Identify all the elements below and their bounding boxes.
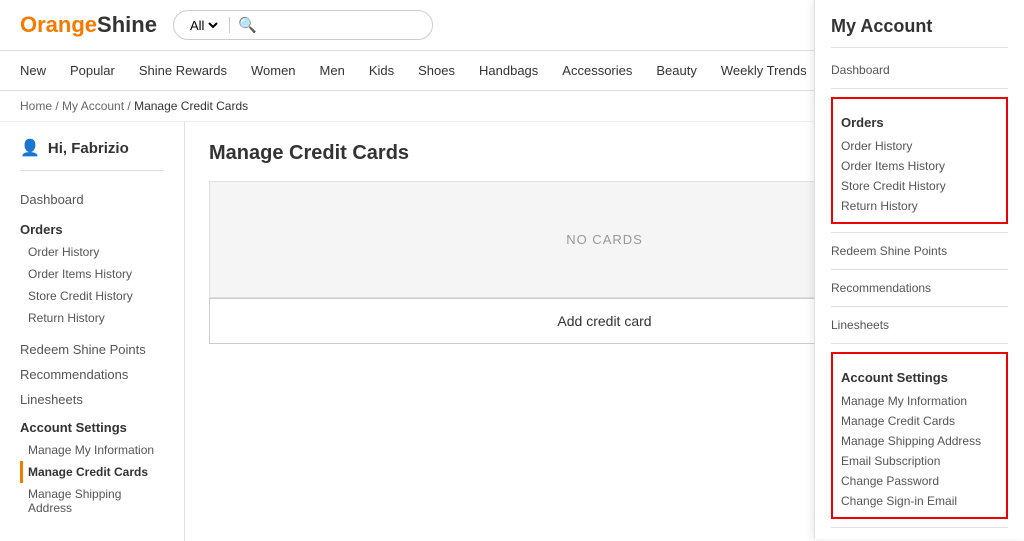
sidebar-item-redeem-shine-points[interactable]: Redeem Shine Points [20,337,164,362]
sidebar-item-store-credit-history[interactable]: Store Credit History [20,285,164,307]
sidebar-item-order-history[interactable]: Order History [20,241,164,263]
right-panel: My Account Dashboard Orders Order Histor… [814,0,1024,539]
panel-account-box: Account Settings Manage My Information M… [831,352,1008,519]
nav-item-men[interactable]: Men [320,51,345,90]
sidebar-item-recommendations[interactable]: Recommendations [20,362,164,387]
nav-item-weekly-trends[interactable]: Weekly Trends [721,51,807,90]
user-profile-icon: 👤 [20,138,40,158]
search-button[interactable]: 🔍 [238,16,257,34]
panel-divider-1 [831,88,1008,89]
no-cards-label: NO CARDS [566,232,643,247]
panel-item-change-signin-email[interactable]: Change Sign-in Email [841,491,998,511]
nav-item-handbags[interactable]: Handbags [479,51,538,90]
sidebar-item-return-history[interactable]: Return History [20,307,164,329]
sidebar-orders-label: Orders [20,222,164,237]
nav-item-shine-rewards[interactable]: Shine Rewards [139,51,227,90]
nav-item-new[interactable]: New [20,51,46,90]
panel-item-order-items-history[interactable]: Order Items History [841,156,998,176]
search-divider [229,17,230,33]
nav-item-beauty[interactable]: Beauty [656,51,696,90]
panel-divider-3 [831,269,1008,270]
sidebar-item-manage-my-information[interactable]: Manage My Information [20,439,164,461]
nav-item-popular[interactable]: Popular [70,51,115,90]
panel-item-dashboard[interactable]: Dashboard [831,60,1008,80]
panel-divider-4 [831,306,1008,307]
panel-item-return-history[interactable]: Return History [841,196,998,216]
panel-item-linesheets[interactable]: Linesheets [831,315,1008,335]
breadcrumb-home[interactable]: Home [20,99,52,113]
sidebar-username: Hi, Fabrizio [48,140,129,157]
sidebar-item-manage-shipping-address[interactable]: Manage Shipping Address [20,483,164,519]
panel-title: My Account [831,16,1008,48]
nav-item-shoes[interactable]: Shoes [418,51,455,90]
panel-divider-6 [831,527,1008,528]
panel-divider-2 [831,232,1008,233]
logo-black: Shine [97,12,157,37]
nav-item-accessories[interactable]: Accessories [562,51,632,90]
panel-account-settings-label: Account Settings [841,370,998,385]
panel-orders-box: Orders Order History Order Items History… [831,97,1008,224]
nav-item-women[interactable]: Women [251,51,296,90]
sidebar-item-dashboard[interactable]: Dashboard [20,187,164,212]
sidebar: 👤 Hi, Fabrizio Dashboard Orders Order Hi… [0,122,185,541]
panel-item-manage-credit-cards[interactable]: Manage Credit Cards [841,411,998,431]
sidebar-user: 👤 Hi, Fabrizio [20,138,164,171]
sidebar-account-settings-label: Account Settings [20,420,164,435]
panel-item-manage-my-information[interactable]: Manage My Information [841,391,998,411]
panel-item-redeem-shine-points[interactable]: Redeem Shine Points [831,241,1008,261]
panel-item-email-subscription[interactable]: Email Subscription [841,451,998,471]
sidebar-item-order-items-history[interactable]: Order Items History [20,263,164,285]
panel-item-order-history[interactable]: Order History [841,136,998,156]
breadcrumb-account[interactable]: My Account [62,99,124,113]
search-filter-select[interactable]: All [186,17,221,34]
logo[interactable]: OrangeShine [20,12,157,38]
breadcrumb-current: Manage Credit Cards [134,99,248,113]
nav-item-kids[interactable]: Kids [369,51,394,90]
sidebar-item-linesheets[interactable]: Linesheets [20,387,164,412]
search-bar: All 🔍 [173,10,433,40]
panel-divider-5 [831,343,1008,344]
panel-item-change-password[interactable]: Change Password [841,471,998,491]
panel-orders-label: Orders [841,115,998,130]
panel-item-recommendations[interactable]: Recommendations [831,278,1008,298]
panel-item-store-credit-history[interactable]: Store Credit History [841,176,998,196]
logo-orange: Orange [20,12,97,37]
sidebar-item-manage-credit-cards[interactable]: Manage Credit Cards [20,461,164,483]
panel-item-manage-shipping-address[interactable]: Manage Shipping Address [841,431,998,451]
